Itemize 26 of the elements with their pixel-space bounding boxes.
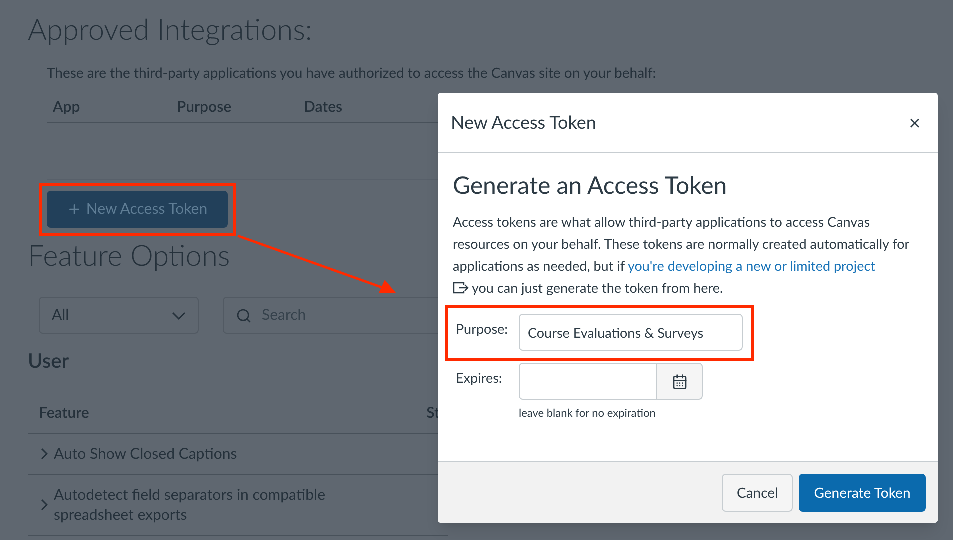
page-title: Approved Integrations: (28, 12, 312, 48)
external-link-icon (453, 282, 469, 294)
column-header: Feature (39, 403, 90, 424)
column-header: Dates (304, 96, 344, 118)
plus-icon (67, 202, 82, 217)
calendar-button[interactable] (657, 363, 703, 400)
new-access-token-button[interactable]: New Access Token (47, 191, 228, 228)
chevron-down-icon (172, 312, 186, 320)
close-button[interactable]: × (905, 112, 925, 132)
search-icon (236, 308, 252, 324)
calendar-icon (672, 374, 688, 390)
intro-text: These are the third-party applications you have authorized to access the Canvas site on your behalf: (47, 63, 658, 83)
description-text: Access tokens are what allow third-party applications to access Canvas resources on your behalf. These tokens are normally created automatically for applications as needed, but if you're developing a new or limited project you can just generate the token from here. (453, 213, 910, 298)
expires-field[interactable] (519, 363, 657, 400)
dialog-title: New Access Token (451, 110, 596, 135)
group-heading: User (28, 348, 70, 375)
hint-text: leave blank for no expiration (519, 406, 657, 422)
expires-label: Expires: (455, 369, 504, 388)
column-header: App (52, 96, 82, 118)
column-header: Purpose (177, 96, 233, 118)
section-title: Feature Options (28, 238, 230, 274)
project-link[interactable]: you're developing a new or limited project (628, 258, 876, 274)
dialog-heading: Generate an Access Token (453, 171, 728, 201)
cancel-button[interactable]: Cancel (722, 474, 793, 512)
purpose-field[interactable]: Course Evaluations & Surveys (519, 314, 743, 351)
generate-token-button[interactable]: Generate Token (799, 474, 926, 512)
